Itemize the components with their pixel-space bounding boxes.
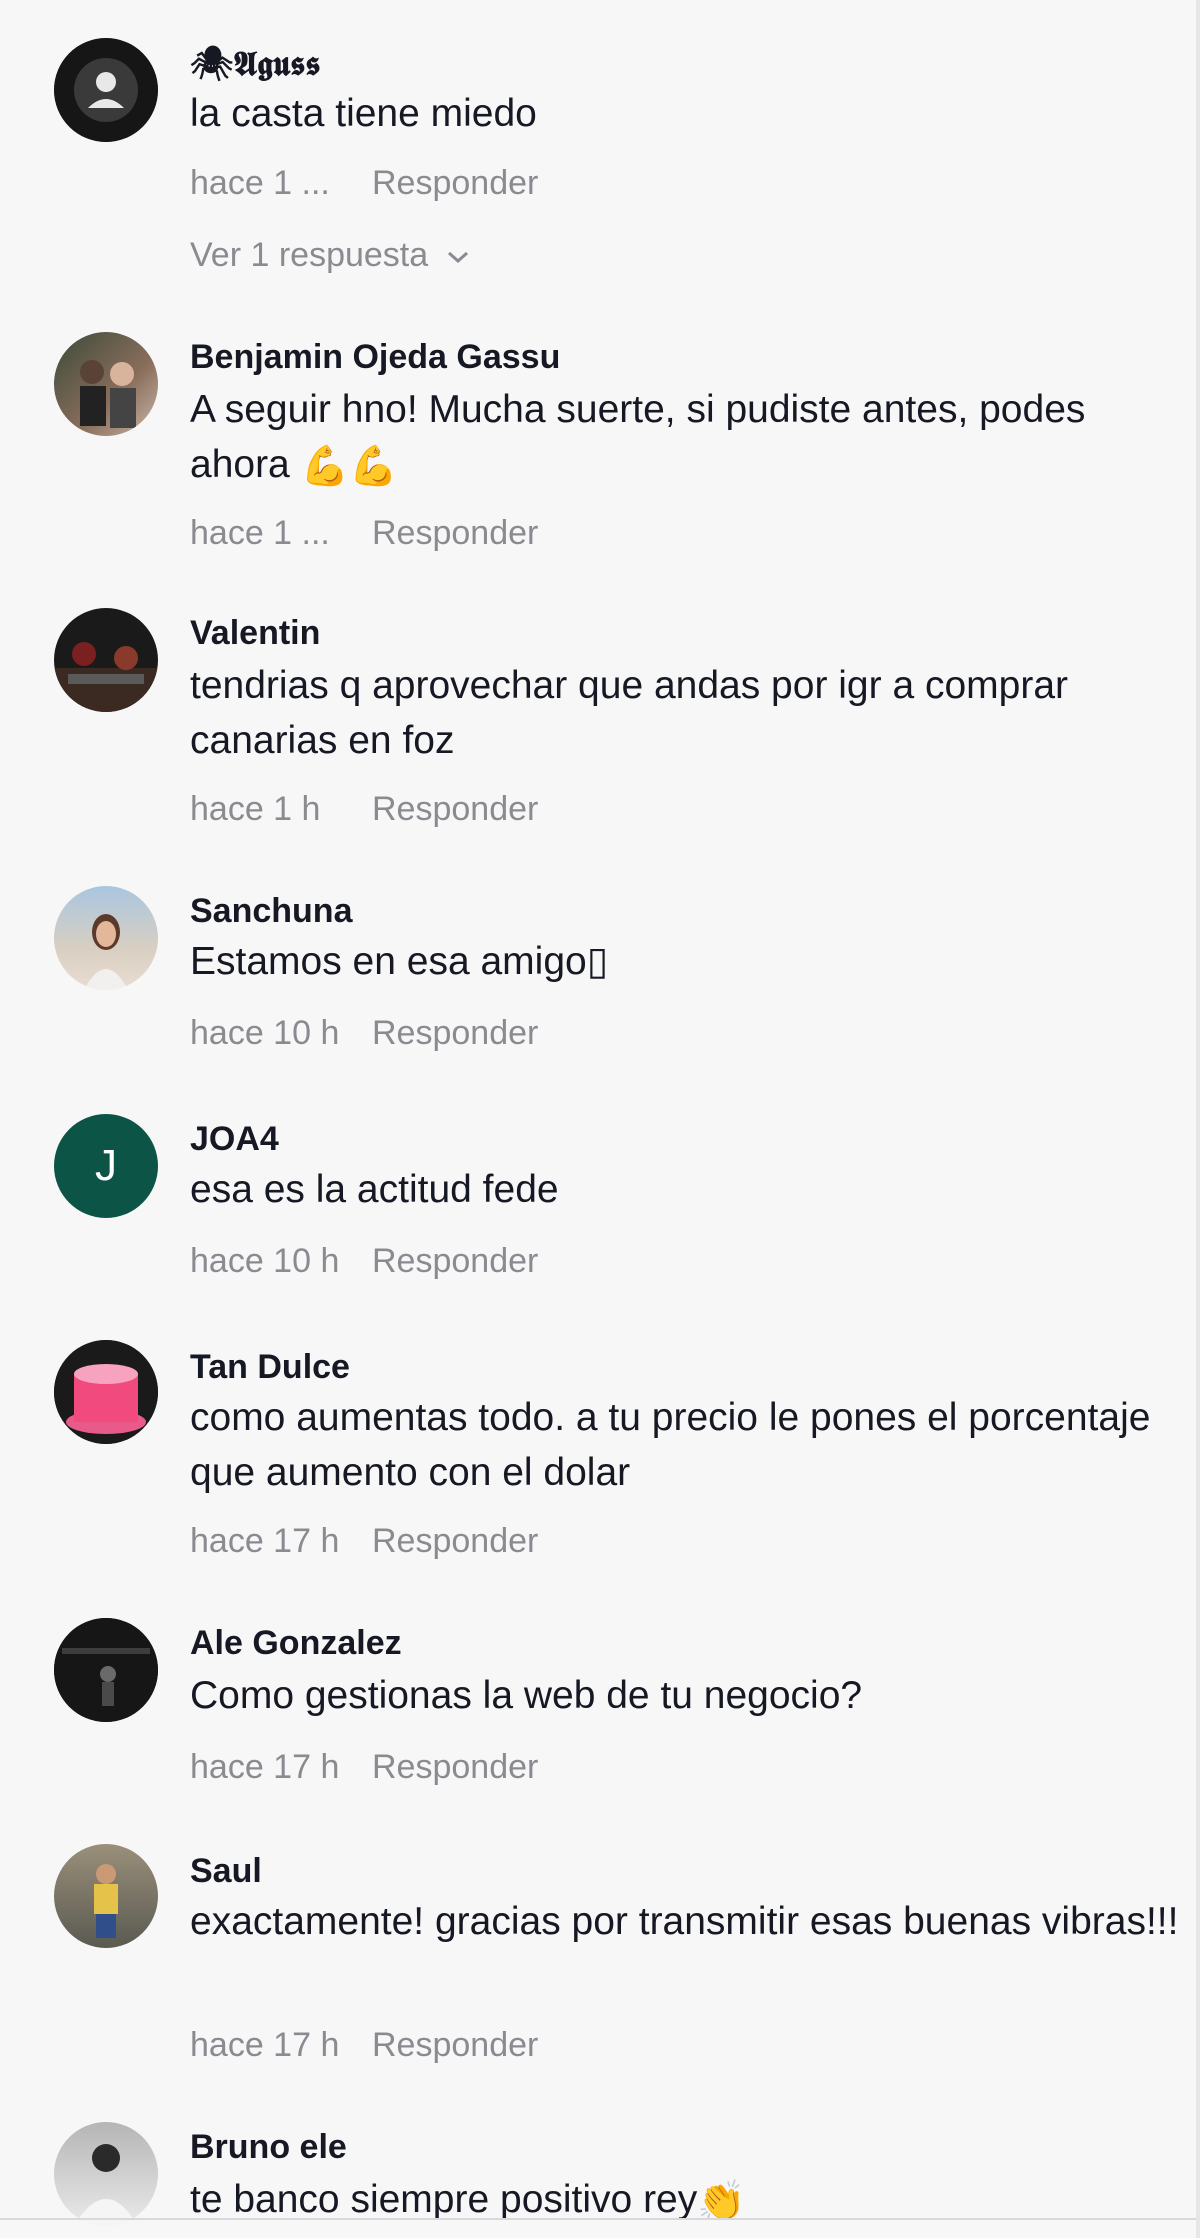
reply-button[interactable]: Responder	[372, 1748, 538, 1787]
scroll-edge[interactable]	[1196, 0, 1200, 2238]
comment-username[interactable]: Benjamin Ojeda Gassu	[190, 338, 560, 377]
bottom-divider	[0, 2218, 1200, 2220]
photo-avatar-icon	[84, 914, 128, 990]
comment-username[interactable]: Bruno ele	[190, 2128, 347, 2167]
comment-text: A seguir hno! Mucha suerte, si pudiste a…	[190, 382, 1180, 494]
photo-avatar-icon	[94, 1864, 118, 1938]
comment-username[interactable]: Tan Dulce	[190, 1348, 350, 1387]
comment-meta: hace 1 h Responder	[190, 790, 538, 829]
comment-timestamp: hace 17 h	[190, 1522, 340, 1560]
avatar[interactable]	[54, 1844, 158, 1948]
comment-username[interactable]: Ale Gonzalez	[190, 1624, 402, 1663]
comment-timestamp: hace 17 h	[190, 2026, 340, 2064]
reply-button[interactable]: Responder	[372, 2026, 538, 2065]
comment-username[interactable]: Sanchuna	[190, 892, 352, 931]
photo-avatar-icon	[54, 642, 158, 712]
view-replies-button[interactable]: Ver 1 respuesta	[190, 236, 470, 275]
comment-timestamp: hace 1 ...	[190, 164, 330, 202]
comment-username[interactable]: Valentin	[190, 614, 320, 653]
comment-text: la casta tiene miedo	[190, 92, 537, 135]
avatar[interactable]	[54, 2122, 158, 2226]
comment-timestamp: hace 17 h	[190, 1748, 340, 1786]
comment-text-body: Estamos en esa amigo	[190, 940, 587, 983]
comment-meta: hace 10 h Responder	[190, 1242, 538, 1281]
comment-meta: hace 10 h Responder	[190, 1014, 538, 1053]
avatar[interactable]	[54, 886, 158, 990]
reply-button[interactable]: Responder	[372, 1522, 538, 1561]
comment-timestamp: hace 10 h	[190, 1242, 340, 1280]
photo-avatar-icon	[74, 2144, 138, 2226]
reply-button[interactable]: Responder	[372, 790, 538, 829]
reply-button[interactable]: Responder	[372, 514, 538, 553]
comment-timestamp: hace 10 h	[190, 1014, 340, 1052]
comment-text: Como gestionas la web de tu negocio?	[190, 1674, 863, 1717]
comment-meta: hace 17 h Responder	[190, 2026, 538, 2065]
comment-text: exactamente! gracias por transmitir esas…	[190, 1900, 1179, 1943]
reply-button[interactable]: Responder	[372, 164, 538, 203]
comment-meta: hace 1 ... Responder	[190, 164, 538, 203]
comment-text-body: te banco siempre positivo rey	[190, 2178, 698, 2221]
avatar-letter: J	[95, 1141, 117, 1190]
comment-meta: hace 1 ... Responder	[190, 514, 538, 553]
emoji: 👏	[697, 2180, 746, 2224]
comment-timestamp: hace 1 h	[190, 790, 321, 828]
missing-glyph: ▯	[586, 940, 609, 983]
default-user-icon	[54, 38, 158, 142]
reply-button[interactable]: Responder	[372, 1242, 538, 1281]
avatar[interactable]	[54, 1618, 158, 1722]
photo-avatar-icon	[54, 1618, 158, 1722]
reply-button[interactable]: Responder	[372, 1014, 538, 1053]
avatar[interactable]	[54, 608, 158, 712]
comment-meta: hace 17 h Responder	[190, 1748, 538, 1787]
avatar[interactable]	[54, 332, 158, 436]
comment-text: te banco siempre positivo rey👏	[190, 2172, 1180, 2229]
avatar[interactable]	[54, 38, 158, 142]
comment-text: tendrias q aprovechar que andas por igr …	[190, 664, 1068, 762]
emoji: 💪💪	[300, 445, 398, 489]
photo-avatar-icon	[80, 360, 136, 428]
chevron-down-icon	[447, 251, 468, 264]
comment-username[interactable]: 🕷𝕬𝖌𝖚𝖘𝖘	[190, 44, 320, 84]
comment-meta: hace 17 h Responder	[190, 1522, 538, 1561]
comment-username[interactable]: JOA4	[190, 1120, 279, 1159]
comment-timestamp: hace 1 ...	[190, 514, 330, 552]
view-replies-label: Ver 1 respuesta	[190, 236, 429, 274]
avatar[interactable]	[54, 1340, 158, 1444]
comment-text: esa es la actitud fede	[190, 1168, 559, 1211]
cake-avatar-icon	[54, 1340, 158, 1444]
avatar[interactable]: J	[54, 1114, 158, 1218]
comment-text: como aumentas todo. a tu precio le pones…	[190, 1396, 1151, 1494]
comment-username[interactable]: Saul	[190, 1852, 262, 1891]
comment-text: Estamos en esa amigo▯	[190, 934, 1180, 989]
